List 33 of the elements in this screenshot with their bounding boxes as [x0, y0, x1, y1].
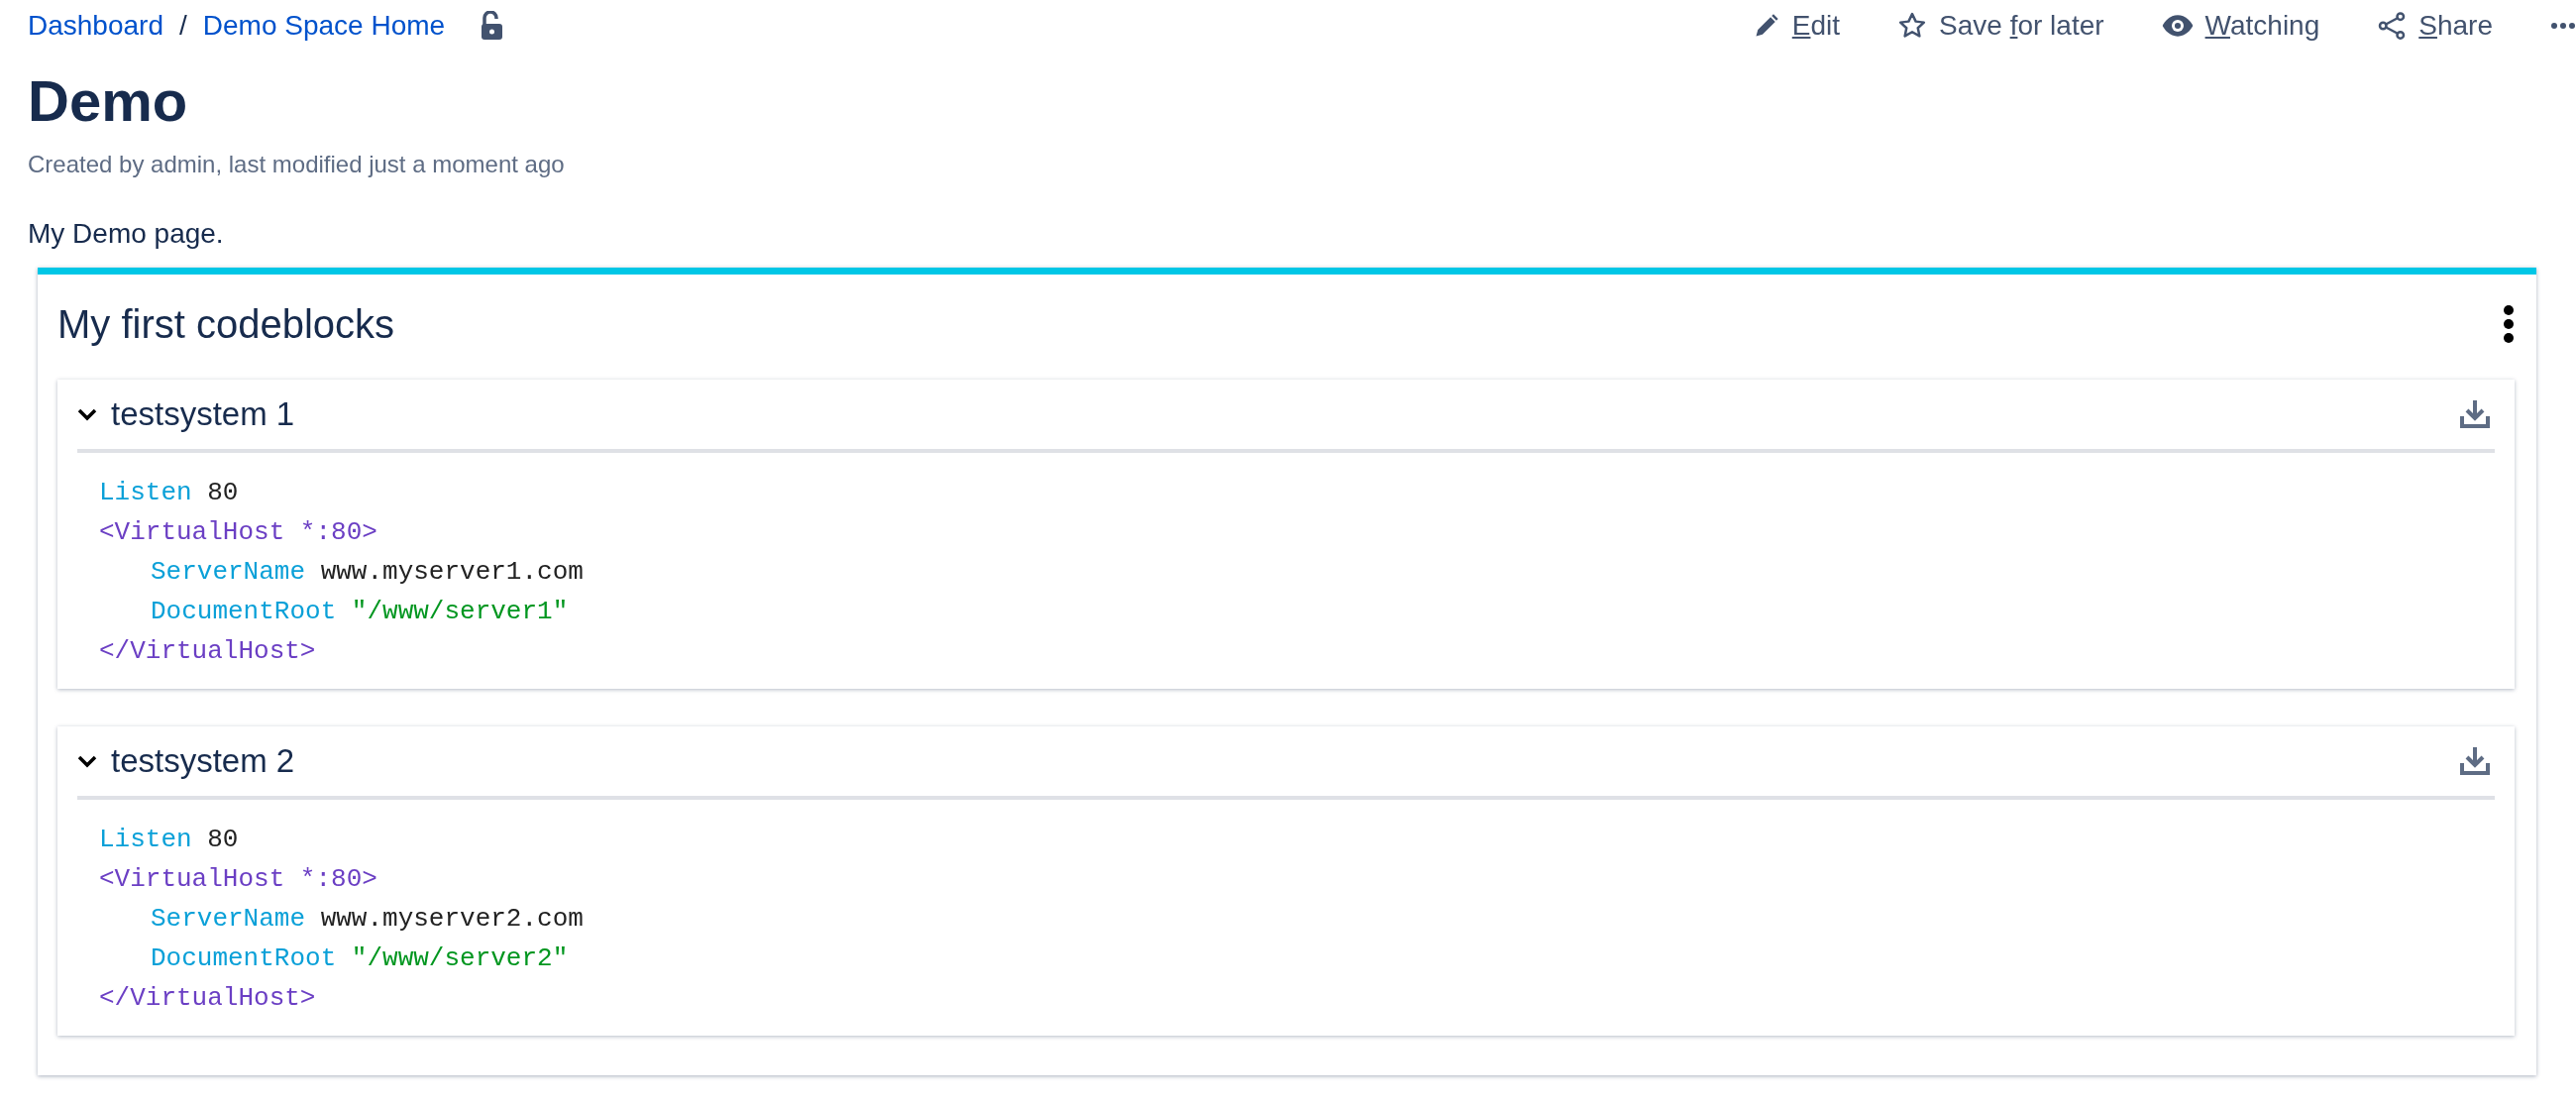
download-icon[interactable] [2459, 746, 2491, 776]
code-line: DocumentRoot "/www/server2" [150, 942, 570, 975]
chevron-icon[interactable] [77, 407, 97, 421]
byline: Created by admin, last modified just a moment ago [28, 151, 566, 178]
code-line: Listen 80 [99, 824, 240, 856]
code-line: ServerName www.myserver1.com [150, 556, 585, 589]
code-line: <VirtualHost *:80> [99, 516, 378, 549]
share-button[interactable]: Share [2377, 10, 2493, 42]
body-text: My Demo page. [28, 218, 225, 250]
more-icon[interactable] [2550, 22, 2576, 30]
breadcrumb-link[interactable]: Dashboard [28, 10, 163, 42]
star-icon [1897, 11, 1928, 41]
edit-button[interactable]: Edit [1752, 10, 1841, 42]
code-line: </VirtualHost> [99, 982, 317, 1015]
breadcrumb-separator: / [179, 10, 187, 42]
save-button[interactable]: Save for later [1897, 10, 2104, 42]
codeblock-title: testsystem 2 [111, 742, 296, 780]
unlocked-padlock-icon[interactable] [479, 11, 505, 41]
panel-title: My first codeblocks [57, 301, 395, 347]
chevron-icon[interactable] [77, 754, 97, 768]
code-line: Listen 80 [99, 477, 240, 509]
breadcrumb-link[interactable]: Demo Space Home [202, 10, 446, 42]
more-vertical-icon[interactable] [2503, 304, 2515, 344]
code-line: DocumentRoot "/www/server1" [150, 596, 570, 628]
share-icon [2377, 11, 2408, 41]
code-line: ServerName www.myserver2.com [150, 903, 585, 936]
watch-button[interactable]: Watching [2161, 10, 2320, 42]
codeblock-title: testsystem 1 [111, 395, 296, 433]
page-title: Demo [28, 67, 189, 135]
code-line: <VirtualHost *:80> [99, 863, 378, 896]
download-icon[interactable] [2459, 399, 2491, 429]
code-line: </VirtualHost> [99, 635, 317, 668]
eye-icon [2161, 13, 2194, 39]
